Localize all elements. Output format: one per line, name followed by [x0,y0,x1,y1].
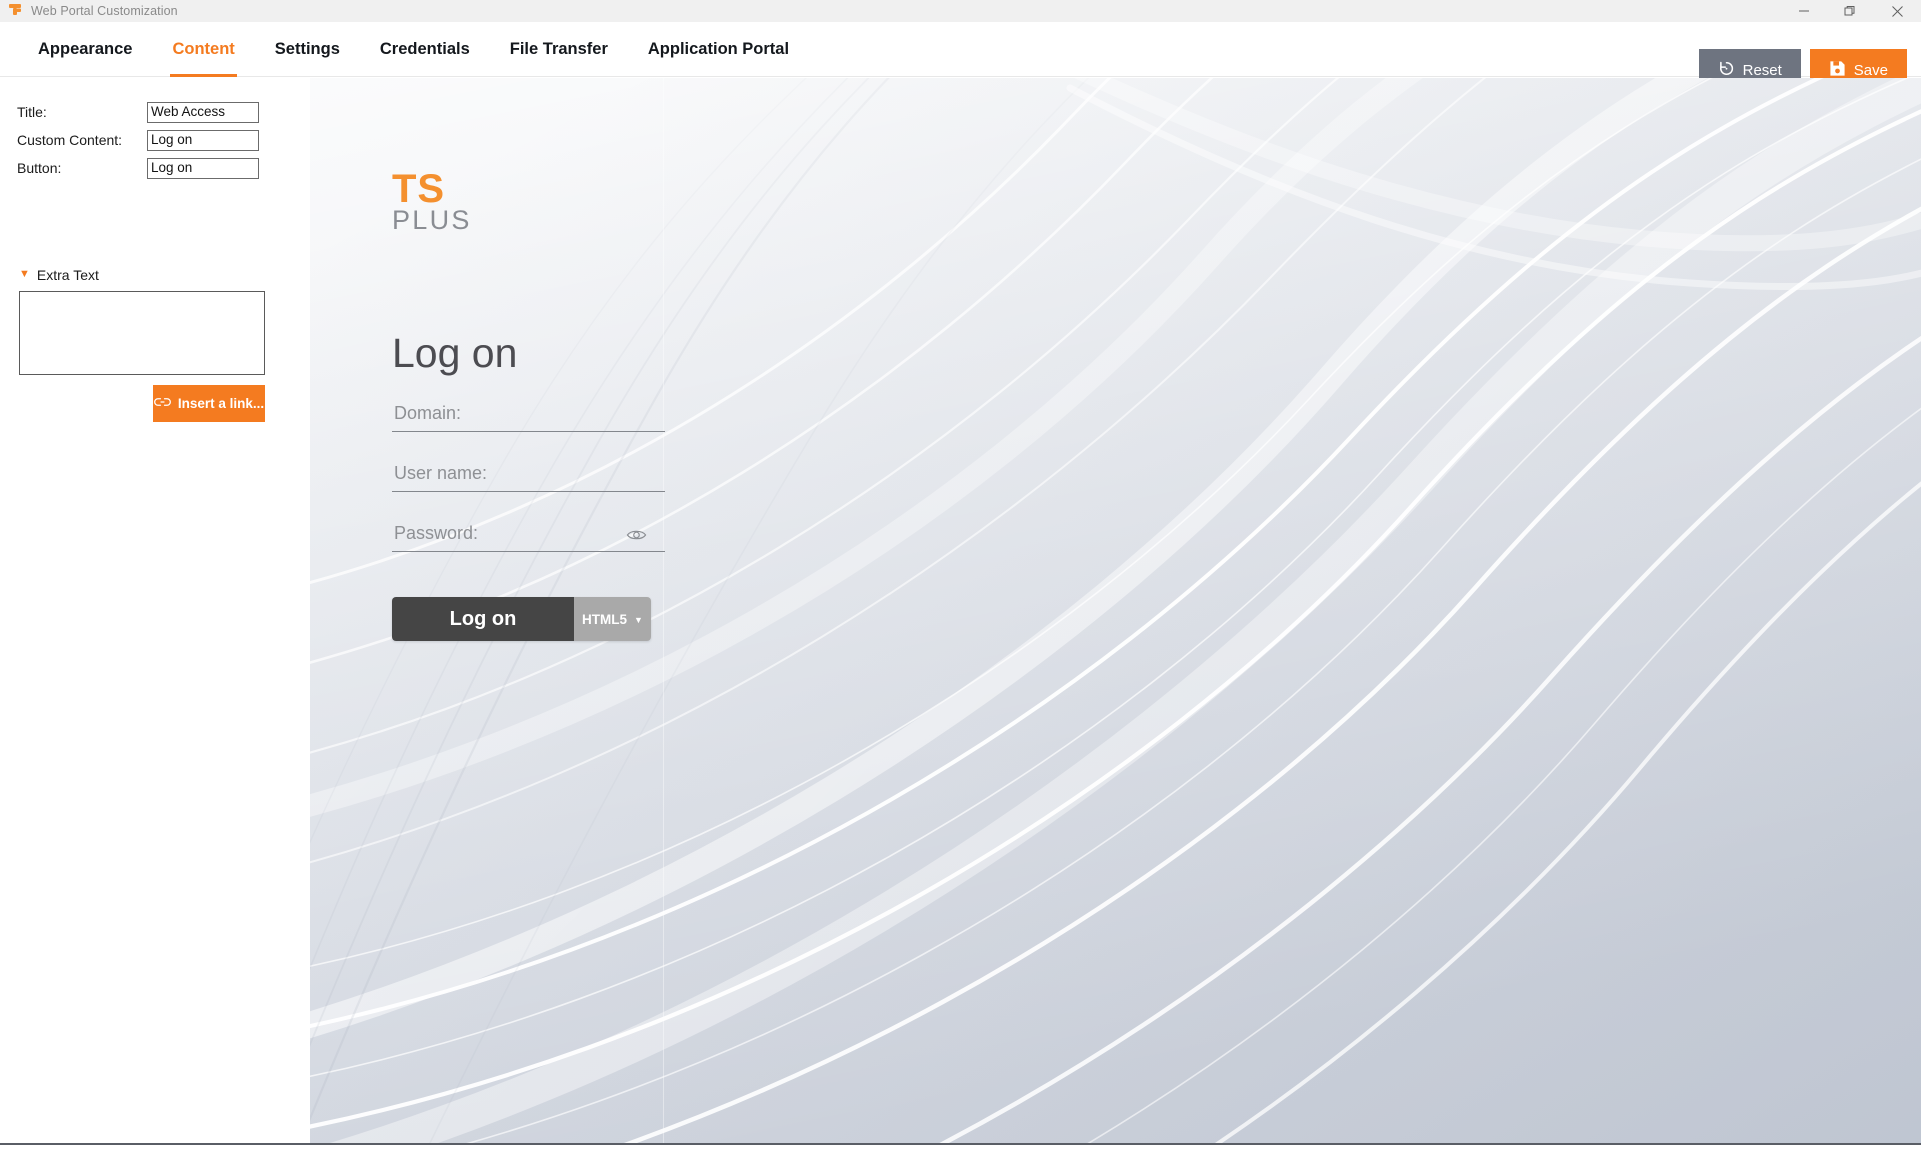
logon-action-group: Log on HTML5 ▼ [392,597,651,641]
save-button-label: Save [1853,61,1888,79]
tab-file-transfer[interactable]: File Transfer [490,22,628,77]
client-type-value: HTML5 [582,611,628,627]
button-input[interactable] [147,157,259,179]
preview-panel-seam [663,78,664,1143]
password-placeholder: Password: [394,523,479,543]
field-row-title: Title: [17,101,259,123]
settings-panel: Title: Custom Content: Button: ▼ Extra T… [0,78,310,1143]
tab-settings[interactable]: Settings [255,22,360,77]
maximize-button[interactable] [1827,0,1873,22]
chevron-down-icon: ▼ [634,615,643,625]
custom-content-label: Custom Content: [17,132,123,148]
extra-text-section-header[interactable]: ▼ Extra Text [19,266,99,284]
field-row-button: Button: [17,157,259,179]
field-row-custom-content: Custom Content: [17,129,259,151]
tsplus-brand-logo: TS PLUS [392,167,472,235]
chevron-down-icon: ▼ [19,267,30,280]
logo-ts-text: TS [392,167,446,211]
domain-placeholder: Domain: [394,403,462,423]
custom-content-input[interactable] [147,129,259,151]
title-input[interactable] [147,101,259,123]
close-button[interactable] [1873,0,1921,22]
username-field[interactable]: User name: [392,456,665,492]
insert-link-button[interactable]: Insert a link... [153,385,265,422]
tab-appearance[interactable]: Appearance [18,22,152,77]
window-bottom-border [0,1143,1921,1150]
extra-text-input[interactable] [19,291,265,375]
button-label: Button: [17,160,62,176]
extra-text-label: Extra Text [36,267,99,283]
tab-bar: Appearance Content Settings Credentials … [0,22,1921,91]
tab-content[interactable]: Content [152,22,254,77]
title-label: Title: [17,104,47,120]
domain-field[interactable]: Domain: [392,396,665,432]
window-controls [1781,0,1921,22]
logon-submit-button[interactable]: Log on [392,597,574,641]
reset-button-label: Reset [1742,61,1782,79]
client-type-select[interactable]: HTML5 ▼ [574,597,651,641]
eye-icon[interactable] [625,524,647,546]
web-portal-preview: TS PLUS Log on Domain: User name: Passwo… [310,78,1921,1143]
insert-link-label: Insert a link... [177,396,265,411]
tab-credentials[interactable]: Credentials [360,22,490,77]
tsplus-logo-icon [4,0,26,22]
window-title: Web Portal Customization [31,4,178,18]
tab-application-portal[interactable]: Application Portal [628,22,809,77]
link-icon [153,396,171,411]
tab-list: Appearance Content Settings Credentials … [18,22,809,77]
logo-plus-text: PLUS [392,204,472,235]
title-bar: Web Portal Customization [0,0,1921,22]
username-placeholder: User name: [394,463,488,483]
minimize-button[interactable] [1781,0,1827,22]
logon-heading: Log on [392,330,518,376]
password-field[interactable]: Password: [392,516,665,552]
